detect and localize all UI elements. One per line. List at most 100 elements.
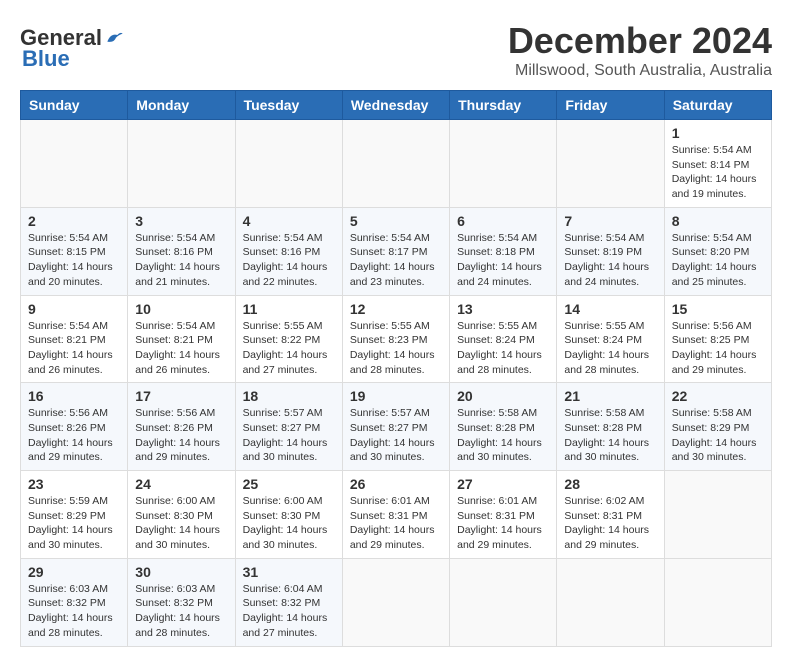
day-number: 8 [672, 213, 764, 229]
day-info: Sunrise: 6:00 AMSunset: 8:30 PMDaylight:… [135, 494, 227, 553]
day-cell-11: 11 Sunrise: 5:55 AMSunset: 8:22 PMDaylig… [235, 295, 342, 383]
day-cell-17: 17 Sunrise: 5:56 AMSunset: 8:26 PMDaylig… [128, 383, 235, 471]
col-saturday: Saturday [664, 91, 771, 120]
col-monday: Monday [128, 91, 235, 120]
day-cell-13: 13 Sunrise: 5:55 AMSunset: 8:24 PMDaylig… [450, 295, 557, 383]
day-number: 14 [564, 301, 656, 317]
day-info: Sunrise: 6:00 AMSunset: 8:30 PMDaylight:… [243, 494, 335, 553]
day-info: Sunrise: 5:57 AMSunset: 8:27 PMDaylight:… [350, 406, 442, 465]
empty-cell [557, 558, 664, 646]
subtitle: Millswood, South Australia, Australia [508, 62, 772, 80]
day-info: Sunrise: 5:54 AMSunset: 8:16 PMDaylight:… [243, 231, 335, 290]
empty-cell [21, 120, 128, 208]
empty-cell [128, 120, 235, 208]
day-number: 30 [135, 564, 227, 580]
day-number: 19 [350, 388, 442, 404]
day-info: Sunrise: 6:04 AMSunset: 8:32 PMDaylight:… [243, 582, 335, 641]
col-tuesday: Tuesday [235, 91, 342, 120]
day-info: Sunrise: 5:56 AMSunset: 8:25 PMDaylight:… [672, 319, 764, 378]
day-info: Sunrise: 5:58 AMSunset: 8:28 PMDaylight:… [564, 406, 656, 465]
day-cell-27: 27 Sunrise: 6:01 AMSunset: 8:31 PMDaylig… [450, 471, 557, 559]
day-number: 3 [135, 213, 227, 229]
day-info: Sunrise: 5:59 AMSunset: 8:29 PMDaylight:… [28, 494, 120, 553]
logo-blue: Blue [22, 46, 70, 72]
day-info: Sunrise: 6:02 AMSunset: 8:31 PMDaylight:… [564, 494, 656, 553]
day-number: 4 [243, 213, 335, 229]
day-info: Sunrise: 5:54 AMSunset: 8:14 PMDaylight:… [672, 143, 764, 202]
day-info: Sunrise: 6:01 AMSunset: 8:31 PMDaylight:… [457, 494, 549, 553]
empty-cell [235, 120, 342, 208]
empty-cell [342, 558, 449, 646]
day-cell-4: 4 Sunrise: 5:54 AMSunset: 8:16 PMDayligh… [235, 207, 342, 295]
week-row-2: 2 Sunrise: 5:54 AMSunset: 8:15 PMDayligh… [21, 207, 772, 295]
empty-cell [557, 120, 664, 208]
page-header: General Blue December 2024 Millswood, So… [20, 20, 772, 80]
day-info: Sunrise: 5:55 AMSunset: 8:23 PMDaylight:… [350, 319, 442, 378]
col-thursday: Thursday [450, 91, 557, 120]
day-number: 12 [350, 301, 442, 317]
day-number: 27 [457, 476, 549, 492]
day-cell-25: 25 Sunrise: 6:00 AMSunset: 8:30 PMDaylig… [235, 471, 342, 559]
day-cell-6: 6 Sunrise: 5:54 AMSunset: 8:18 PMDayligh… [450, 207, 557, 295]
day-number: 23 [28, 476, 120, 492]
empty-cell [664, 471, 771, 559]
empty-cell [450, 558, 557, 646]
day-cell-18: 18 Sunrise: 5:57 AMSunset: 8:27 PMDaylig… [235, 383, 342, 471]
day-number: 18 [243, 388, 335, 404]
day-number: 10 [135, 301, 227, 317]
day-info: Sunrise: 5:56 AMSunset: 8:26 PMDaylight:… [28, 406, 120, 465]
logo: General Blue [20, 25, 124, 72]
day-cell-26: 26 Sunrise: 6:01 AMSunset: 8:31 PMDaylig… [342, 471, 449, 559]
day-cell-8: 8 Sunrise: 5:54 AMSunset: 8:20 PMDayligh… [664, 207, 771, 295]
day-info: Sunrise: 6:01 AMSunset: 8:31 PMDaylight:… [350, 494, 442, 553]
day-cell-29: 29 Sunrise: 6:03 AMSunset: 8:32 PMDaylig… [21, 558, 128, 646]
day-cell-30: 30 Sunrise: 6:03 AMSunset: 8:32 PMDaylig… [128, 558, 235, 646]
day-info: Sunrise: 5:54 AMSunset: 8:19 PMDaylight:… [564, 231, 656, 290]
week-row-1: 1 Sunrise: 5:54 AMSunset: 8:14 PMDayligh… [21, 120, 772, 208]
day-number: 11 [243, 301, 335, 317]
day-number: 5 [350, 213, 442, 229]
day-number: 20 [457, 388, 549, 404]
week-row-3: 9 Sunrise: 5:54 AMSunset: 8:21 PMDayligh… [21, 295, 772, 383]
week-row-5: 23 Sunrise: 5:59 AMSunset: 8:29 PMDaylig… [21, 471, 772, 559]
day-cell-3: 3 Sunrise: 5:54 AMSunset: 8:16 PMDayligh… [128, 207, 235, 295]
day-number: 17 [135, 388, 227, 404]
week-row-4: 16 Sunrise: 5:56 AMSunset: 8:26 PMDaylig… [21, 383, 772, 471]
day-number: 6 [457, 213, 549, 229]
day-info: Sunrise: 5:55 AMSunset: 8:24 PMDaylight:… [457, 319, 549, 378]
day-info: Sunrise: 6:03 AMSunset: 8:32 PMDaylight:… [135, 582, 227, 641]
title-block: December 2024 Millswood, South Australia… [508, 20, 772, 80]
day-info: Sunrise: 5:58 AMSunset: 8:29 PMDaylight:… [672, 406, 764, 465]
day-number: 9 [28, 301, 120, 317]
day-info: Sunrise: 5:57 AMSunset: 8:27 PMDaylight:… [243, 406, 335, 465]
day-number: 15 [672, 301, 764, 317]
day-info: Sunrise: 6:03 AMSunset: 8:32 PMDaylight:… [28, 582, 120, 641]
day-cell-24: 24 Sunrise: 6:00 AMSunset: 8:30 PMDaylig… [128, 471, 235, 559]
day-info: Sunrise: 5:55 AMSunset: 8:24 PMDaylight:… [564, 319, 656, 378]
day-info: Sunrise: 5:54 AMSunset: 8:16 PMDaylight:… [135, 231, 227, 290]
day-number: 28 [564, 476, 656, 492]
calendar-table: Sunday Monday Tuesday Wednesday Thursday… [20, 90, 772, 647]
day-cell-16: 16 Sunrise: 5:56 AMSunset: 8:26 PMDaylig… [21, 383, 128, 471]
day-cell-9: 9 Sunrise: 5:54 AMSunset: 8:21 PMDayligh… [21, 295, 128, 383]
day-cell-14: 14 Sunrise: 5:55 AMSunset: 8:24 PMDaylig… [557, 295, 664, 383]
day-info: Sunrise: 5:55 AMSunset: 8:22 PMDaylight:… [243, 319, 335, 378]
day-cell-19: 19 Sunrise: 5:57 AMSunset: 8:27 PMDaylig… [342, 383, 449, 471]
day-info: Sunrise: 5:56 AMSunset: 8:26 PMDaylight:… [135, 406, 227, 465]
day-cell-10: 10 Sunrise: 5:54 AMSunset: 8:21 PMDaylig… [128, 295, 235, 383]
day-cell-1: 1 Sunrise: 5:54 AMSunset: 8:14 PMDayligh… [664, 120, 771, 208]
day-number: 16 [28, 388, 120, 404]
day-number: 7 [564, 213, 656, 229]
day-cell-31: 31 Sunrise: 6:04 AMSunset: 8:32 PMDaylig… [235, 558, 342, 646]
day-number: 25 [243, 476, 335, 492]
week-row-6: 29 Sunrise: 6:03 AMSunset: 8:32 PMDaylig… [21, 558, 772, 646]
day-cell-2: 2 Sunrise: 5:54 AMSunset: 8:15 PMDayligh… [21, 207, 128, 295]
col-wednesday: Wednesday [342, 91, 449, 120]
day-info: Sunrise: 5:54 AMSunset: 8:21 PMDaylight:… [135, 319, 227, 378]
day-cell-28: 28 Sunrise: 6:02 AMSunset: 8:31 PMDaylig… [557, 471, 664, 559]
day-number: 13 [457, 301, 549, 317]
day-cell-12: 12 Sunrise: 5:55 AMSunset: 8:23 PMDaylig… [342, 295, 449, 383]
col-sunday: Sunday [21, 91, 128, 120]
day-cell-15: 15 Sunrise: 5:56 AMSunset: 8:25 PMDaylig… [664, 295, 771, 383]
empty-cell [450, 120, 557, 208]
